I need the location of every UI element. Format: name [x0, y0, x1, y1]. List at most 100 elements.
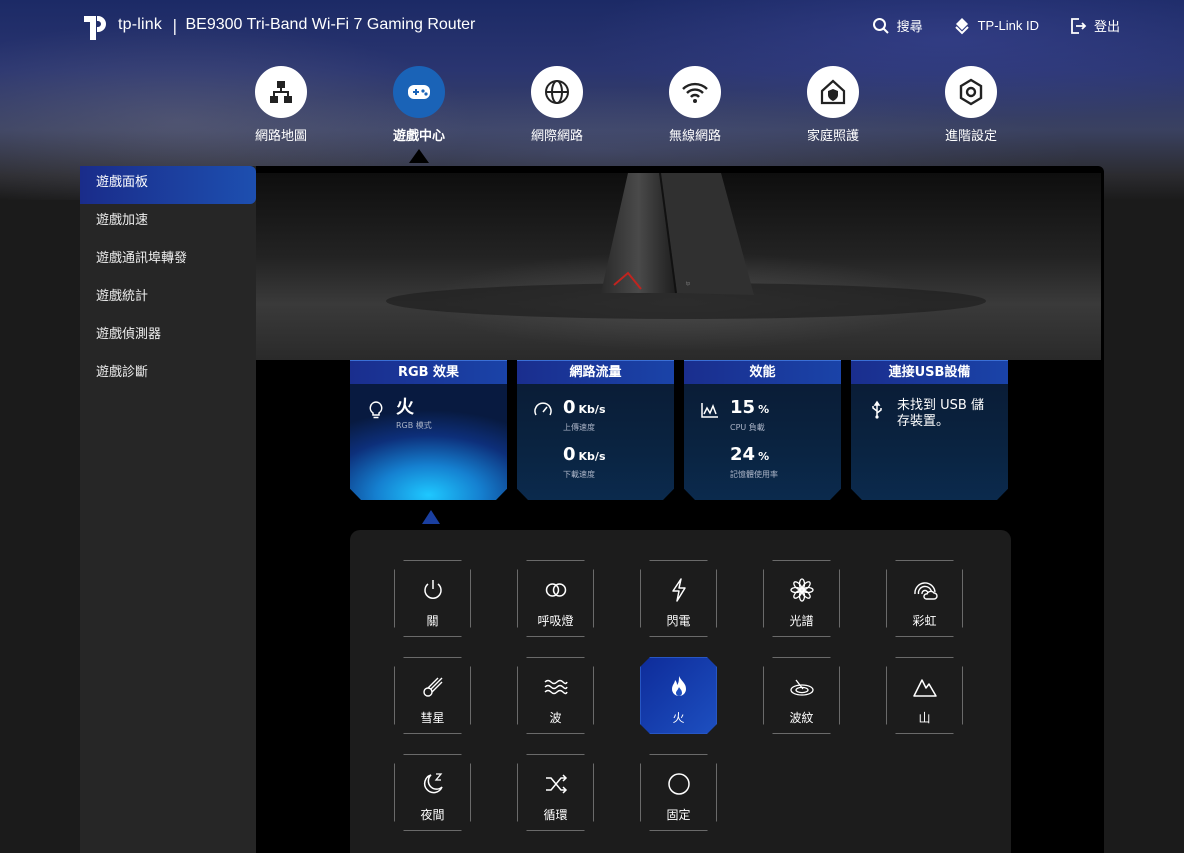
memory-usage-unit: % — [758, 450, 770, 463]
effect-fire[interactable]: 火 — [640, 657, 717, 734]
rgb-mode-value: 火 — [396, 397, 414, 418]
effect-label: 光譜 — [789, 614, 814, 628]
globe-icon — [545, 80, 569, 104]
wave-icon — [544, 679, 568, 695]
usb-icon — [872, 400, 882, 419]
effect-label: 火 — [672, 711, 685, 725]
sidebar-item-game-diagnostics[interactable]: 遊戲診斷 — [80, 356, 256, 394]
upload-speed-label: 上傳速度 — [563, 423, 595, 432]
effect-label: 固定 — [666, 808, 691, 822]
sidebar-item-port-forwarding[interactable]: 遊戲通訊埠轉發 — [80, 242, 256, 280]
card-title: RGB 效果 — [350, 360, 507, 384]
nav-homeshield[interactable]: 家庭照護 — [764, 66, 902, 144]
effect-label: 彗星 — [420, 711, 445, 725]
upload-speed-value: 0 — [563, 397, 576, 418]
mountain-icon — [912, 679, 937, 697]
cpu-load-unit: % — [758, 403, 770, 416]
download-speed-label: 下載速度 — [563, 470, 595, 479]
effect-label: 閃電 — [666, 614, 691, 628]
router-hero-image: tp — [256, 173, 1101, 360]
sidebar-item-game-panel[interactable]: 遊戲面板 — [80, 166, 256, 204]
lightning-icon — [671, 578, 686, 602]
router-illustration: tp — [386, 173, 986, 319]
effect-cycle[interactable]: 循環 — [517, 754, 594, 831]
effect-label: 波紋 — [789, 711, 814, 725]
nav-advanced[interactable]: 進階設定 — [902, 66, 1040, 144]
rgb-mode-label: RGB 模式 — [396, 421, 432, 430]
shuffle-icon — [545, 774, 567, 794]
wifi-icon — [682, 82, 708, 103]
fire-icon — [671, 676, 686, 696]
effect-rainbow[interactable]: 彩虹 — [886, 560, 963, 637]
ripple-icon — [789, 679, 814, 696]
effect-ripple[interactable]: 波紋 — [763, 657, 840, 734]
effect-wave[interactable]: 波 — [517, 657, 594, 734]
sidebar-item-game-detector[interactable]: 遊戲偵測器 — [80, 318, 256, 356]
gear-icon — [959, 78, 983, 106]
nav-network-map[interactable]: 網路地圖 — [212, 66, 350, 144]
download-speed-unit: Kb/s — [578, 450, 606, 463]
logout-icon — [1071, 17, 1087, 34]
sidebar-item-game-stats[interactable]: 遊戲統計 — [80, 280, 256, 318]
logout-label: 登出 — [1093, 19, 1120, 34]
nav-label: 網路地圖 — [254, 129, 307, 144]
sidebar: 遊戲面板 遊戲加速 遊戲通訊埠轉發 遊戲統計 遊戲偵測器 遊戲診斷 — [80, 166, 256, 853]
effect-static[interactable]: 固定 — [640, 754, 717, 831]
performance-card[interactable]: 效能 15% CPU 負載 24% 記憶體使用率 — [684, 360, 841, 500]
sidebar-item-game-accelerator[interactable]: 遊戲加速 — [80, 204, 256, 242]
tplink-id-label: TP-Link ID — [977, 18, 1039, 33]
effect-label: 山 — [918, 711, 931, 725]
traffic-card[interactable]: 網路流量 0 Kb/s 上傳速度 0 Kb/s 下載速度 — [517, 360, 674, 500]
chart-icon — [701, 403, 718, 418]
nav-label: 家庭照護 — [806, 129, 859, 144]
breathing-icon — [545, 583, 566, 597]
effect-label: 夜間 — [420, 808, 445, 822]
effect-label: 循環 — [543, 808, 568, 822]
bulb-icon — [369, 401, 383, 419]
tplink-id-icon — [954, 17, 969, 34]
brand-logo[interactable]: tp-link | BE9300 Tri-Band Wi-Fi 7 Gaming… — [80, 10, 475, 40]
nav-game-center[interactable]: 遊戲中心 — [350, 66, 488, 163]
top-actions: 搜尋 TP-Link ID 登出 — [872, 16, 1120, 35]
card-title: 網路流量 — [517, 360, 674, 384]
tplink-id-button[interactable]: TP-Link ID — [953, 16, 1039, 35]
memory-usage-value: 24 — [730, 444, 756, 465]
rainbow-icon — [913, 582, 938, 600]
status-cards: RGB 效果 火 RGB 模式 網路流量 0 Kb/s 上傳速度 0 Kb/s … — [350, 360, 1008, 500]
brand-name: tp-link — [118, 16, 163, 33]
usb-card[interactable]: 連接USB設備 未找到 USB 儲存裝置。 — [851, 360, 1008, 500]
effect-label: 彩虹 — [912, 614, 937, 628]
night-icon — [423, 773, 443, 794]
cpu-load-value: 15 — [730, 397, 756, 418]
spectrum-icon — [789, 578, 814, 602]
title-separator: | — [172, 15, 178, 35]
rgb-card[interactable]: RGB 效果 火 RGB 模式 — [350, 360, 507, 500]
svg-text:tp: tp — [686, 281, 690, 287]
gamepad-icon — [408, 85, 430, 99]
nav-wireless[interactable]: 無線網路 — [626, 66, 764, 144]
home-shield-icon — [820, 79, 846, 105]
router-model: BE9300 Tri-Band Wi-Fi 7 Gaming Router — [185, 16, 476, 33]
rgb-effects-panel: 關 呼吸燈 閃電 光譜 彩虹 彗星 波 火 波紋 山 夜間 循環 固定 — [350, 530, 1011, 853]
search-label: 搜尋 — [896, 19, 923, 34]
logout-button[interactable]: 登出 — [1069, 16, 1120, 35]
effect-spectrum[interactable]: 光譜 — [763, 560, 840, 637]
rgb-card-pointer — [422, 510, 440, 524]
effect-off[interactable]: 關 — [394, 560, 471, 637]
main-nav: 網路地圖 遊戲中心 網際網路 無線網路 家庭照護 進階設定 — [212, 66, 1040, 163]
power-icon — [423, 580, 442, 599]
effect-lightning[interactable]: 閃電 — [640, 560, 717, 637]
nav-label: 遊戲中心 — [392, 129, 445, 144]
effect-mountain[interactable]: 山 — [886, 657, 963, 734]
download-speed-value: 0 — [563, 444, 576, 465]
rgb-effects-grid: 關 呼吸燈 閃電 光譜 彩虹 彗星 波 火 波紋 山 夜間 循環 固定 — [394, 560, 963, 831]
main-content: tp RGB 效果 火 RGB 模式 網路流量 0 Kb/s 上傳速度 0 Kb… — [256, 166, 1104, 853]
effect-night[interactable]: 夜間 — [394, 754, 471, 831]
nav-active-pointer — [409, 149, 429, 163]
search-icon — [872, 17, 889, 34]
search-button[interactable]: 搜尋 — [872, 16, 923, 35]
effect-comet[interactable]: 彗星 — [394, 657, 471, 734]
nav-internet[interactable]: 網際網路 — [488, 66, 626, 144]
comet-icon — [422, 677, 442, 697]
effect-breathing[interactable]: 呼吸燈 — [517, 560, 594, 637]
